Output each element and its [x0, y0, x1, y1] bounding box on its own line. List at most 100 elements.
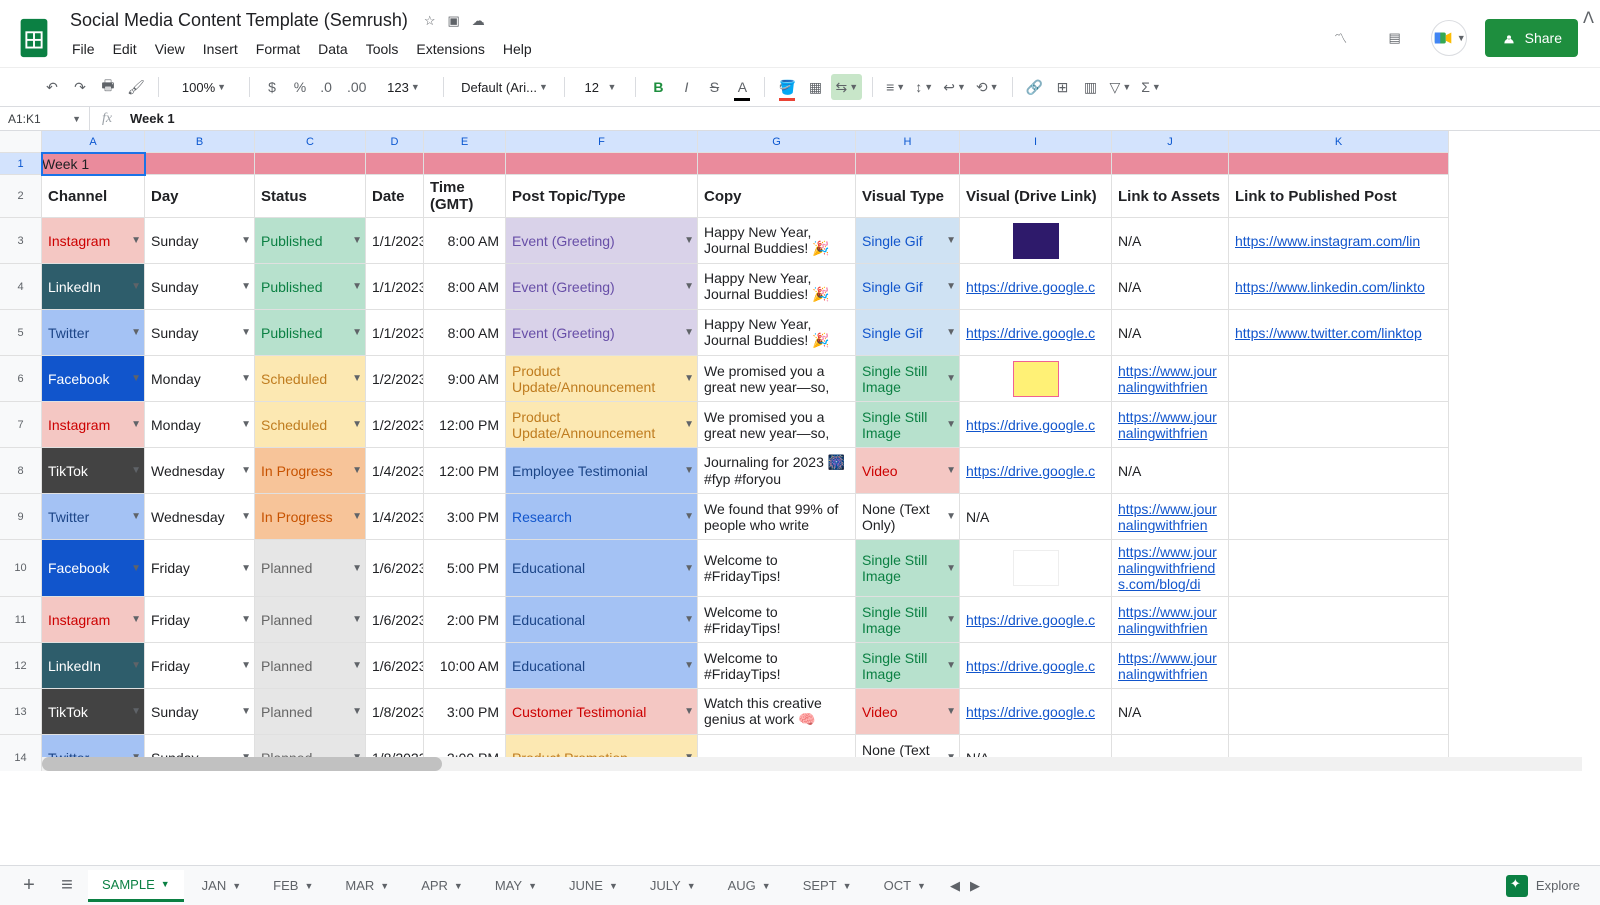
cell[interactable]: 1/6/2023	[366, 540, 424, 597]
add-sheet-icon[interactable]: +	[12, 869, 46, 903]
col-header[interactable]: A	[42, 131, 145, 153]
cell[interactable]	[1229, 448, 1449, 494]
dropdown-icon[interactable]: ▼	[684, 419, 694, 430]
dropdown-icon[interactable]: ▼	[131, 465, 141, 476]
sheets-app-icon[interactable]	[16, 15, 52, 61]
number-format-select[interactable]: 123▼	[373, 80, 433, 95]
tab-jan[interactable]: JAN ▼	[188, 870, 255, 902]
cell[interactable]: 12:00 PM	[424, 448, 506, 494]
redo-icon[interactable]: ↷	[68, 74, 92, 100]
dropdown-icon[interactable]: ▼	[684, 614, 694, 625]
row-header[interactable]: 7	[0, 402, 42, 448]
cell[interactable]: Single Still Image▼	[856, 540, 960, 597]
column-header-cell[interactable]: Link to Published Post	[1229, 175, 1449, 218]
dropdown-icon[interactable]: ▼	[241, 660, 251, 671]
column-header-cell[interactable]: Channel	[42, 175, 145, 218]
tab-mar[interactable]: MAR ▼	[331, 870, 403, 902]
dropdown-icon[interactable]: ▼	[241, 419, 251, 430]
cell[interactable]: Single Still Image▼	[856, 643, 960, 689]
cell[interactable]	[1229, 643, 1449, 689]
col-header[interactable]: F	[506, 131, 698, 153]
cell[interactable]	[1229, 597, 1449, 643]
share-button[interactable]: Share	[1485, 19, 1578, 57]
menu-file[interactable]: File	[64, 37, 103, 61]
row-header[interactable]: 5	[0, 310, 42, 356]
tab-june[interactable]: JUNE ▼	[555, 870, 632, 902]
cell[interactable]: Employee Testimonial▼	[506, 448, 698, 494]
column-header-cell[interactable]: Link to Assets	[1112, 175, 1229, 218]
name-box[interactable]: A1:K1▼	[0, 107, 90, 130]
merge-cells-icon[interactable]: ⇆▼	[831, 74, 862, 100]
star-icon[interactable]: ☆	[424, 13, 436, 29]
cell[interactable]: https://www.journalingwithfrien	[1112, 494, 1229, 540]
row-header[interactable]: 14	[0, 735, 42, 771]
tab-apr[interactable]: APR ▼	[407, 870, 477, 902]
row-header[interactable]: 11	[0, 597, 42, 643]
dropdown-icon[interactable]: ▼	[352, 373, 362, 384]
cell[interactable]: https://drive.google.c	[960, 310, 1112, 356]
cell[interactable]: 8:00 AM	[424, 310, 506, 356]
dropdown-icon[interactable]: ▼	[131, 281, 141, 292]
dropdown-icon[interactable]: ▼	[946, 706, 956, 717]
cell[interactable]: Happy New Year, Journal Buddies! 🎉	[698, 218, 856, 264]
dropdown-icon[interactable]: ▼	[684, 281, 694, 292]
cell[interactable]: Educational▼	[506, 597, 698, 643]
dropdown-icon[interactable]: ▼	[131, 373, 141, 384]
cell[interactable]: 1/4/2023	[366, 448, 424, 494]
cell[interactable]: Single Gif▼	[856, 264, 960, 310]
cell[interactable]: Wednesday▼	[145, 448, 255, 494]
row-header[interactable]: 2	[0, 175, 42, 218]
print-icon[interactable]: 🖶	[96, 74, 120, 100]
text-color-icon[interactable]: A	[730, 74, 754, 100]
row-header[interactable]: 9	[0, 494, 42, 540]
cell[interactable]	[960, 153, 1112, 175]
cell[interactable]: 9:00 AM	[424, 356, 506, 402]
cell[interactable]: https://www.instagram.com/lin	[1229, 218, 1449, 264]
dropdown-icon[interactable]: ▼	[946, 327, 956, 338]
column-header-cell[interactable]: Date	[366, 175, 424, 218]
cell[interactable]: Published▼	[255, 310, 366, 356]
tab-oct[interactable]: OCT ▼	[870, 870, 940, 902]
select-all-corner[interactable]	[0, 131, 42, 153]
cell[interactable]: https://www.twitter.com/linktop	[1229, 310, 1449, 356]
column-header-cell[interactable]: Post Topic/Type	[506, 175, 698, 218]
cell[interactable]: 1/1/2023	[366, 264, 424, 310]
dropdown-icon[interactable]: ▼	[241, 511, 251, 522]
functions-icon[interactable]: Σ▼	[1138, 74, 1164, 100]
cell[interactable]: Wednesday▼	[145, 494, 255, 540]
cell[interactable]: 12:00 PM	[424, 402, 506, 448]
cell[interactable]: 3:00 PM	[424, 494, 506, 540]
column-header-cell[interactable]: Status	[255, 175, 366, 218]
text-wrap-icon[interactable]: ↩▼	[940, 74, 969, 100]
cell[interactable]: Single Still Image▼	[856, 356, 960, 402]
row-header[interactable]: 3	[0, 218, 42, 264]
cell[interactable]: Published▼	[255, 264, 366, 310]
menu-format[interactable]: Format	[248, 37, 308, 61]
cell[interactable]	[145, 153, 255, 175]
cell[interactable]	[255, 153, 366, 175]
cell[interactable]: https://drive.google.c	[960, 689, 1112, 735]
col-header[interactable]: C	[255, 131, 366, 153]
dropdown-icon[interactable]: ▼	[241, 706, 251, 717]
cell[interactable]: Happy New Year, Journal Buddies! 🎉	[698, 310, 856, 356]
cell[interactable]: Scheduled▼	[255, 356, 366, 402]
column-header-cell[interactable]: Copy	[698, 175, 856, 218]
cell[interactable]: None (Text Only)▼	[856, 494, 960, 540]
cell[interactable]: TikTok▼	[42, 689, 145, 735]
dropdown-icon[interactable]: ▼	[131, 660, 141, 671]
dropdown-icon[interactable]: ▼	[241, 614, 251, 625]
cell[interactable]: N/A	[1112, 264, 1229, 310]
strikethrough-icon[interactable]: S	[702, 74, 726, 100]
dropdown-icon[interactable]: ▼	[946, 373, 956, 384]
cell[interactable]: Sunday▼	[145, 310, 255, 356]
cell[interactable]: https://drive.google.c	[960, 597, 1112, 643]
cell[interactable]	[698, 153, 856, 175]
cell[interactable]: Scheduled▼	[255, 402, 366, 448]
dropdown-icon[interactable]: ▼	[946, 281, 956, 292]
cell[interactable]: Welcome to #FridayTips!	[698, 540, 856, 597]
cell[interactable]: Sunday▼	[145, 264, 255, 310]
dropdown-icon[interactable]: ▼	[352, 511, 362, 522]
cell[interactable]: Welcome to #FridayTips!	[698, 597, 856, 643]
cell[interactable]: Single Still Image▼	[856, 597, 960, 643]
cell[interactable]: Instagram▼	[42, 597, 145, 643]
